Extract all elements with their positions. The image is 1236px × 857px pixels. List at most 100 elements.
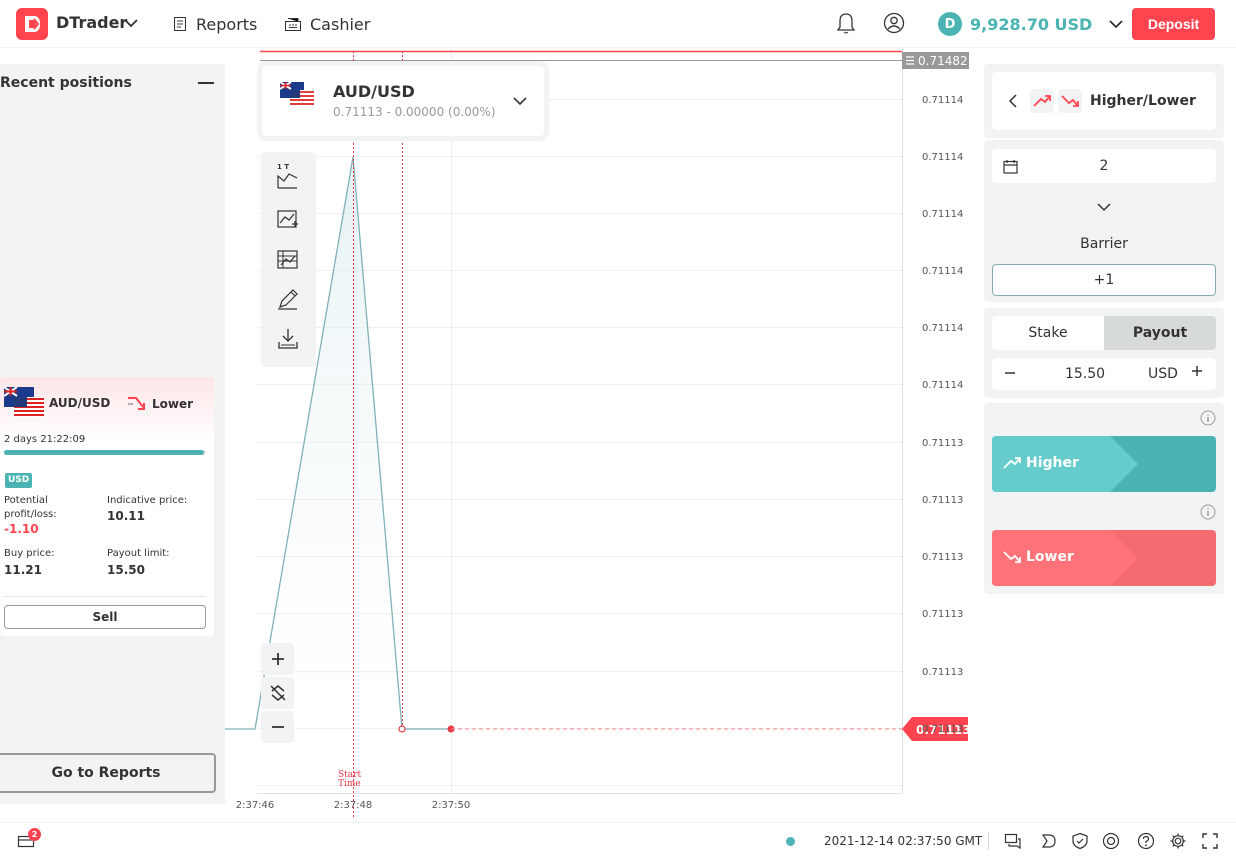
- divider: [988, 832, 989, 850]
- nav-cashier-label: Cashier: [310, 14, 371, 34]
- zoom-out-button[interactable]: [261, 711, 294, 743]
- aud-usd-flag-icon: [280, 82, 314, 106]
- reports-icon: [174, 17, 186, 31]
- y-tick-label: 0.71114: [922, 266, 963, 277]
- account-profile-icon[interactable]: [883, 12, 905, 34]
- sell-button[interactable]: Sell: [4, 605, 206, 629]
- livechat-icon[interactable]: [1004, 832, 1022, 850]
- duration-input[interactable]: 2: [992, 149, 1216, 183]
- platform-switcher-label[interactable]: DTrader: [56, 13, 127, 32]
- y-tick-label: 0.71113: [922, 552, 963, 563]
- chevron-down-icon[interactable]: [1096, 201, 1112, 213]
- deposit-button[interactable]: Deposit: [1132, 8, 1215, 40]
- fullscreen-icon[interactable]: [1201, 832, 1219, 850]
- indicators-icon[interactable]: [275, 206, 301, 232]
- currency-icon: D: [938, 12, 962, 36]
- notifications-bell-icon[interactable]: [836, 12, 856, 36]
- account-balance-switcher[interactable]: D 9,928.70 USD: [938, 10, 1126, 38]
- position-progress-fill: [4, 450, 204, 455]
- deriv-logo-icon[interactable]: [16, 8, 48, 40]
- positions-count-badge: 2: [28, 828, 41, 841]
- nav-reports[interactable]: Reports: [172, 8, 257, 40]
- drawing-tools-icon[interactable]: [275, 286, 301, 312]
- responsible-trading-icon[interactable]: [1071, 832, 1089, 850]
- amount-input[interactable]: 15.50 USD: [992, 358, 1216, 390]
- y-tick-label: 0.71113: [922, 609, 963, 620]
- trade-type-lower-icon: [1058, 89, 1082, 113]
- zoom-in-button[interactable]: [261, 643, 294, 675]
- decrement-button[interactable]: [1004, 365, 1016, 381]
- x-tick-label: 2:37:50: [432, 800, 471, 811]
- payout-limit-label: Payout limit:: [107, 548, 170, 559]
- trade-type-lower-icon: [128, 397, 145, 410]
- minus-icon: [1005, 372, 1015, 374]
- reset-zoom-button[interactable]: [261, 677, 294, 709]
- barrier-label: Barrier: [1080, 236, 1128, 252]
- price-chart[interactable]: 0.71482StartTime0.711130.711140.711140.7…: [225, 48, 984, 822]
- info-icon[interactable]: [1200, 410, 1216, 426]
- symbol-name: AUD/USD: [333, 82, 415, 101]
- symbol-quote: 0.71113 - 0.00000 (0.00%): [333, 105, 496, 119]
- x-tick-label: 2:37:46: [236, 800, 275, 811]
- divider: [4, 596, 206, 597]
- position-remaining-time: 2 days 21:22:09: [4, 434, 86, 445]
- chevron-down-icon[interactable]: [123, 15, 139, 31]
- symbol-selector[interactable]: AUD/USD 0.71113 - 0.00000 (0.00%): [262, 66, 544, 136]
- position-contract-type: Lower: [126, 394, 193, 414]
- position-contract-type-label: Lower: [152, 397, 194, 411]
- increment-button[interactable]: [1191, 363, 1203, 379]
- barrier-price-tag-label: 0.71482: [918, 54, 968, 68]
- stake-tab[interactable]: Stake: [992, 316, 1104, 350]
- purchase-lower-button[interactable]: Lower: [992, 530, 1216, 586]
- potential-pl-value: -1.10: [4, 522, 39, 536]
- network-status-icon: [786, 837, 795, 846]
- nav-reports-label: Reports: [196, 14, 258, 34]
- payout-tab[interactable]: Payout: [1104, 316, 1216, 350]
- series-area: [225, 157, 451, 793]
- y-tick-label: 0.71113: [922, 495, 963, 506]
- chart-type-label: 1 T: [277, 163, 289, 171]
- position-card[interactable]: AUD/USD Lower 2 days 21:22:09 USD Potent…: [0, 377, 214, 636]
- position-card-header: AUD/USD Lower: [0, 377, 214, 439]
- settings-gear-icon[interactable]: [1169, 832, 1187, 850]
- y-tick-label: 0.71114: [922, 152, 963, 163]
- y-tick-label: 0.71113: [922, 667, 963, 678]
- chart-toolbar: 1 T: [261, 152, 316, 367]
- contract-type-selector[interactable]: Higher/Lower: [992, 72, 1216, 130]
- y-tick-label: 0.71113: [922, 438, 963, 449]
- footer: 2 2021-12-14 02:37:50 GMT: [0, 822, 1236, 857]
- exit-spot-marker: [398, 725, 406, 733]
- info-icon[interactable]: [1200, 504, 1216, 520]
- barrier-input[interactable]: +1: [992, 264, 1216, 296]
- help-icon[interactable]: [1137, 832, 1155, 850]
- basis-toggle: Stake Payout: [992, 316, 1216, 350]
- deriv-bot-icon[interactable]: [1040, 832, 1058, 850]
- contract-type-name: Higher/Lower: [1090, 93, 1196, 109]
- nav-cashier[interactable]: Cashier: [284, 8, 370, 40]
- minimize-icon[interactable]: [198, 82, 214, 84]
- account-balance: 9,928.70 USD: [970, 14, 1093, 34]
- indicative-price-value: 10.11: [107, 509, 145, 523]
- go-to-reports-button[interactable]: Go to Reports: [0, 753, 216, 793]
- reset-zoom-icon: [269, 685, 286, 701]
- indicative-price-label: Indicative price:: [107, 495, 188, 506]
- trade-type-higher-icon: [1030, 89, 1054, 113]
- templates-icon[interactable]: [275, 246, 301, 272]
- y-tick-label: 0.71113: [922, 724, 963, 735]
- chart-area[interactable]: 0.71482 Start Time 0.71113 0.71114 0.71114 0.7…: [225, 48, 984, 822]
- position-symbol: AUD/USD: [49, 396, 111, 410]
- chevron-left-icon[interactable]: [1008, 94, 1018, 108]
- header: DTrader Reports Cashier D 9,928.70 USD D…: [0, 0, 1236, 48]
- buy-price-label: Buy price:: [4, 548, 55, 559]
- recent-positions-title: Recent positions: [0, 75, 132, 91]
- chevron-down-icon[interactable]: [512, 95, 528, 107]
- regulatory-info-icon[interactable]: [1102, 832, 1120, 850]
- amount-value[interactable]: 15.50: [1050, 366, 1120, 382]
- chart-type-icon[interactable]: 1 T: [275, 162, 301, 189]
- download-icon[interactable]: [275, 326, 301, 352]
- purchase-higher-button[interactable]: Higher: [992, 436, 1216, 492]
- chevron-down-icon: [1109, 20, 1123, 29]
- start-time-label: Time: [338, 779, 361, 789]
- purchase-higher-label: Higher: [1026, 455, 1079, 471]
- y-tick-label: 0.71114: [922, 95, 963, 106]
